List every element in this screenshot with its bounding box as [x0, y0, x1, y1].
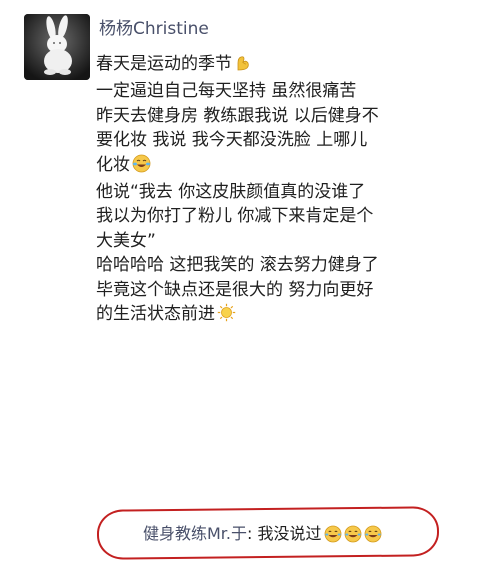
- post-line: 哈哈哈哈 这把我笑的 滚去努力健身了: [96, 255, 379, 276]
- flexed-biceps-icon: [234, 54, 252, 79]
- comment-text: 我没说过: [257, 524, 322, 543]
- post-line: 要化妆 我说 我今天都没洗脸 上哪儿: [96, 130, 368, 151]
- comment-author-name[interactable]: 健身教练Mr.于: [143, 524, 247, 543]
- post-line: 一定逼迫自己每天坚持 虽然很痛苦: [96, 81, 357, 102]
- comment-separator: :: [247, 524, 258, 543]
- comment: 健身教练Mr.于: 我没说过: [143, 523, 384, 549]
- laughing-tears-icon: [132, 154, 151, 180]
- comment-emoji-group: [324, 525, 384, 549]
- post-line: 他说“我去 你这皮肤颜值真的没谁了: [96, 182, 366, 203]
- post-line: 化妆: [96, 153, 434, 180]
- post-line: 的生活状态前进: [96, 302, 434, 329]
- grinning-face-icon: [324, 525, 341, 543]
- grinning-face-icon: [344, 525, 361, 543]
- post-line: 毕竟这个缺点还是很大的 努力向更好: [96, 279, 374, 300]
- sun-icon: [217, 303, 236, 329]
- post-line: 我以为你打了粉儿 你减下来肯定是个: [96, 206, 374, 227]
- post-author-name[interactable]: 杨杨Christine: [99, 18, 209, 40]
- avatar[interactable]: [24, 14, 90, 80]
- post-line: 春天是运动的季节: [96, 52, 434, 79]
- post-line: 昨天去健身房 教练跟我说 以后健身不: [96, 105, 379, 126]
- grinning-face-icon: [364, 525, 381, 543]
- post-line: 大美女”: [96, 230, 156, 251]
- post-body: 春天是运动的季节 一定逼迫自己每天坚持 虽然很痛苦 昨天去健身房 教练跟我说 以…: [96, 52, 434, 329]
- bunny-avatar-icon: [24, 14, 90, 80]
